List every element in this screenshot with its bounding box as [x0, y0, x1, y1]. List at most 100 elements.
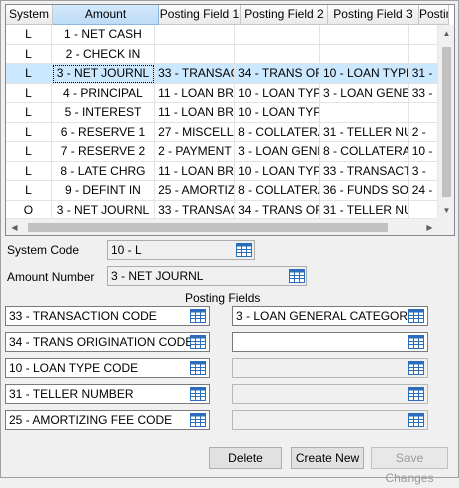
table-lookup-icon[interactable] [407, 360, 425, 376]
column-header-posting-field-2[interactable]: Posting Field 2 [241, 5, 328, 25]
system-code-field[interactable]: 10 - L [107, 240, 255, 260]
table-cell[interactable]: 8 - LATE CHRG [51, 161, 156, 181]
table-cell[interactable]: 33 - [408, 83, 439, 103]
table-cell[interactable]: 11 - LOAN BRA [155, 83, 236, 103]
amount-number-field[interactable]: 3 - NET JOURNL [107, 266, 307, 286]
table-lookup-icon[interactable] [407, 386, 425, 402]
table-cell[interactable] [235, 44, 320, 64]
table-cell[interactable] [319, 103, 409, 123]
table-row[interactable]: L7 - RESERVE 22 - PAYMENT M3 - LOAN GENE… [6, 142, 439, 162]
table-lookup-icon[interactable] [407, 308, 425, 324]
table-cell[interactable]: 27 - MISCELLA [155, 122, 236, 142]
table-lookup-icon[interactable] [407, 412, 425, 428]
table-cell[interactable]: 11 - LOAN BRA [155, 161, 236, 181]
table-row[interactable]: L4 - PRINCIPAL11 - LOAN BRA10 - LOAN TYP… [6, 83, 439, 103]
table-lookup-icon[interactable] [189, 386, 207, 402]
table-cell[interactable]: L [6, 161, 52, 181]
table-row[interactable]: L5 - INTEREST11 - LOAN BRA10 - LOAN TYPE [6, 103, 439, 123]
table-lookup-icon[interactable] [189, 360, 207, 376]
table-cell[interactable]: 10 - LOAN TYPE [235, 83, 320, 103]
table-cell[interactable]: 5 - INTEREST [51, 103, 156, 123]
table-cell[interactable]: 33 - TRANSACT [155, 64, 236, 84]
posting-field-left-1[interactable]: 33 - TRANSACTION CODE [5, 306, 210, 326]
table-cell[interactable]: 33 - TRANSACT [319, 161, 409, 181]
table-cell[interactable] [155, 44, 236, 64]
table-row[interactable]: L8 - LATE CHRG11 - LOAN BRA10 - LOAN TYP… [6, 161, 439, 181]
posting-field-left-4[interactable]: 31 - TELLER NUMBER [5, 384, 210, 404]
table-cell[interactable]: 6 - RESERVE 1 [51, 122, 156, 142]
table-cell[interactable] [155, 25, 236, 45]
table-cell[interactable]: 3 - LOAN GENEI [319, 83, 409, 103]
posting-field-right-2[interactable] [232, 332, 428, 352]
table-cell[interactable]: 10 - LOAN TYPE [235, 161, 320, 181]
table-cell[interactable]: 2 - PAYMENT M [155, 142, 236, 162]
posting-field-right-1[interactable]: 3 - LOAN GENERAL CATEGORY [232, 306, 428, 326]
table-cell[interactable]: 10 - LOAN TYPE [235, 103, 320, 123]
save-changes-button[interactable]: Save Changes [371, 447, 448, 485]
table-lookup-icon[interactable] [288, 268, 306, 284]
column-header-posting-field-4[interactable]: Postin [419, 5, 449, 25]
table-row[interactable]: L3 - NET JOURNL33 - TRANSACT34 - TRANS O… [6, 64, 439, 84]
table-row[interactable]: L1 - NET CASH [6, 25, 439, 45]
chevron-left-icon[interactable]: ◀ [6, 219, 23, 235]
column-header-posting-field-3[interactable]: Posting Field 3 [328, 5, 419, 25]
table-row[interactable]: L6 - RESERVE 1 27 - MISCELLA 8 - COLLATERA… [6, 122, 439, 142]
table-cell[interactable]: 4 - PRINCIPAL [51, 83, 156, 103]
table-lookup-icon[interactable] [189, 308, 207, 324]
table-cell[interactable]: 2 - CHECK IN [51, 44, 156, 64]
table-cell[interactable] [408, 103, 439, 123]
table-cell[interactable]: L [6, 25, 52, 45]
posting-field-left-5[interactable]: 25 - AMORTIZING FEE CODE [5, 410, 210, 430]
posting-field-right-3[interactable] [232, 358, 428, 378]
table-lookup-icon[interactable] [189, 412, 207, 428]
table-cell[interactable]: 31 - [408, 64, 439, 84]
column-header-system[interactable]: System [6, 5, 53, 25]
table-cell[interactable]: 1 - NET CASH [51, 25, 156, 45]
chevron-up-icon[interactable]: ▲ [438, 25, 454, 42]
table-lookup-icon[interactable] [235, 242, 253, 258]
table-cell[interactable]: 24 - [408, 181, 439, 201]
table-cell[interactable]: 3 - [408, 161, 439, 181]
table-cell[interactable]: 31 - TELLER NU [319, 122, 409, 142]
table-cell[interactable]: 8 - COLLATERA [235, 122, 320, 142]
table-cell[interactable]: L [6, 44, 52, 64]
table-cell[interactable]: 10 - [408, 142, 439, 162]
posting-field-left-2[interactable]: 34 - TRANS ORIGINATION CODE [5, 332, 210, 352]
horizontal-scrollbar[interactable]: ◀ ▶ [6, 218, 438, 235]
posting-grid[interactable]: System Amount Posting Field 1 Posting Fi… [5, 4, 455, 236]
horizontal-scroll-thumb[interactable] [28, 223, 388, 232]
posting-field-left-3[interactable]: 10 - LOAN TYPE CODE [5, 358, 210, 378]
table-cell[interactable] [235, 25, 320, 45]
table-cell[interactable]: 3 - NET JOURNL [51, 64, 156, 84]
delete-button[interactable]: Delete [209, 447, 282, 469]
table-cell[interactable]: 11 - LOAN BRA [155, 103, 236, 123]
column-header-amount[interactable]: Amount [53, 5, 159, 25]
table-cell[interactable]: 9 - DEFINT IN [51, 181, 156, 201]
posting-field-right-5[interactable] [232, 410, 428, 430]
vertical-scroll-thumb[interactable] [442, 47, 451, 197]
table-lookup-icon[interactable] [189, 334, 207, 350]
table-cell[interactable]: 10 - LOAN TYPE [319, 64, 409, 84]
table-cell[interactable]: 2 - [408, 122, 439, 142]
table-cell[interactable]: L [6, 64, 52, 84]
table-cell[interactable]: L [6, 181, 52, 201]
table-cell[interactable]: 34 - TRANS OR [235, 64, 320, 84]
create-new-button[interactable]: Create New [291, 447, 364, 469]
table-cell[interactable]: 36 - FUNDS SOU [319, 181, 409, 201]
table-cell[interactable]: 25 - AMORTIZI [155, 181, 236, 201]
table-cell[interactable] [319, 44, 409, 64]
table-lookup-icon[interactable] [407, 334, 425, 350]
table-cell[interactable]: 8 - COLLATERA [235, 181, 320, 201]
table-cell[interactable]: 7 - RESERVE 2 [51, 142, 156, 162]
chevron-right-icon[interactable]: ▶ [421, 219, 438, 235]
table-cell[interactable]: L [6, 122, 52, 142]
table-cell[interactable] [319, 25, 409, 45]
table-cell[interactable]: L [6, 103, 52, 123]
posting-field-right-4[interactable] [232, 384, 428, 404]
table-cell[interactable]: 3 - LOAN GENE [235, 142, 320, 162]
table-cell[interactable]: 8 - COLLATERA [319, 142, 409, 162]
column-header-posting-field-1[interactable]: Posting Field 1 [159, 5, 241, 25]
table-row[interactable]: L9 - DEFINT IN 25 - AMORTIZI 8 - COLLATERA… [6, 181, 439, 201]
table-cell[interactable] [408, 44, 439, 64]
table-cell[interactable]: L [6, 83, 52, 103]
